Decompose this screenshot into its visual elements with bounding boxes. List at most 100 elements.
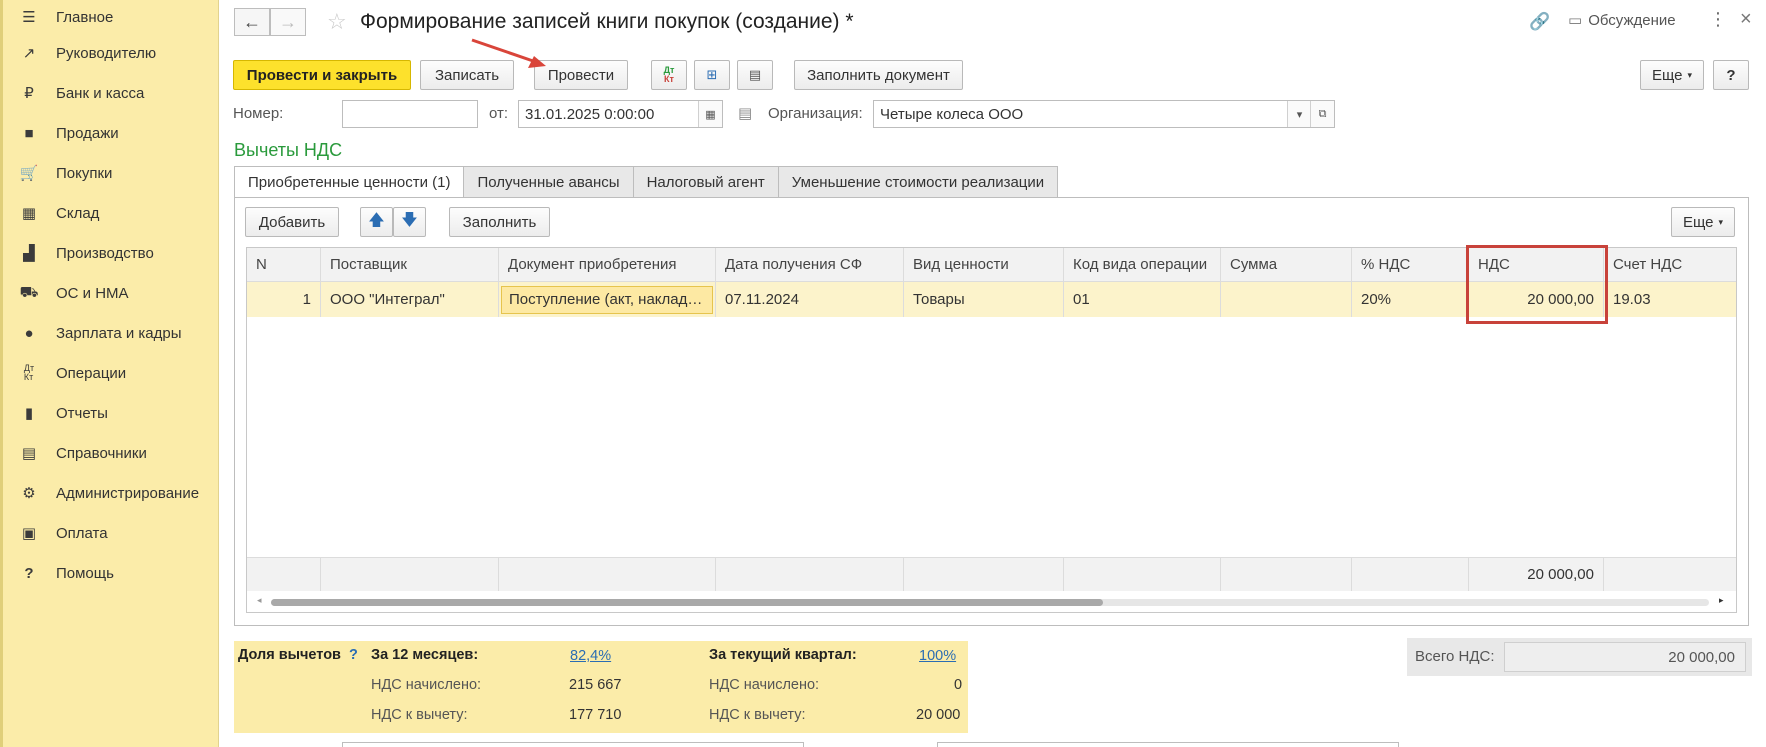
date-value: 31.01.2025 0:00:00 [525, 105, 655, 123]
calendar-icon[interactable]: ▦ [698, 101, 722, 127]
move-up-button[interactable]: 🡅 [360, 207, 393, 237]
horizontal-scrollbar[interactable]: ◂ ▸ [247, 591, 1736, 612]
sidebar-item-operations[interactable]: Дт Кт Операции [18, 359, 213, 387]
column-header[interactable]: Документ приобретения [499, 248, 716, 281]
column-header[interactable]: Счет НДС [1604, 248, 1736, 281]
move-down-button[interactable]: 🡇 [393, 207, 426, 237]
page-title: Формирование записей книги покупок (созд… [360, 10, 854, 33]
org-select[interactable]: Четыре колеса ООО ▾ ⧉ [873, 100, 1335, 128]
number-input[interactable] [342, 100, 478, 128]
fill-button[interactable]: Заполнить [449, 207, 550, 237]
months12-deductible: 177 710 [569, 707, 622, 723]
column-header[interactable]: Код вида операции [1064, 248, 1221, 281]
cell-n[interactable]: 1 [247, 282, 321, 317]
sidebar-item-directories[interactable]: ▤ Справочники [18, 439, 213, 467]
table-footer: 20 000,00 [247, 557, 1736, 591]
open-icon[interactable]: ⧉ [1310, 101, 1334, 127]
column-header[interactable]: Поставщик [321, 248, 499, 281]
cell-vat-account[interactable]: 19.03 [1604, 282, 1736, 317]
add-button[interactable]: Добавить [245, 207, 339, 237]
sidebar-item-help[interactable]: ? Помощь [18, 559, 213, 587]
cell-document[interactable]: Поступление (акт, наклад… [499, 282, 716, 317]
factory-icon: ▟ [23, 245, 35, 262]
person-icon: ● [24, 324, 34, 342]
dt-kt-button[interactable]: Дт Кт [651, 60, 687, 90]
sidebar-item-assets[interactable]: ⛟ ОС и НМА [18, 279, 213, 307]
structure-button[interactable]: ⊞ [694, 60, 730, 90]
help-question-icon[interactable]: ? [349, 647, 358, 663]
sidebar-item-purchases[interactable]: 🛒 Покупки [18, 159, 213, 187]
favorite-star-icon[interactable]: ☆ [327, 9, 347, 35]
post-and-close-button[interactable]: Провести и закрыть [233, 60, 411, 90]
cell-operation-code[interactable]: 01 [1064, 282, 1221, 317]
quarter-deductible-label: НДС к вычету: [709, 707, 806, 723]
org-value: Четыре колеса ООО [880, 105, 1024, 123]
fill-document-button[interactable]: Заполнить документ [794, 60, 963, 90]
sidebar-item-reports[interactable]: ▮ Отчеты [18, 399, 213, 427]
date-input[interactable]: 31.01.2025 0:00:00 ▦ [518, 100, 723, 128]
tab-received-advances[interactable]: Полученные авансы [463, 166, 634, 197]
document-field[interactable]: Поступление (акт, наклад… [501, 285, 713, 314]
more-button[interactable]: Еще ▾ [1640, 60, 1704, 90]
dt-kt-icon: Дт Кт [23, 363, 35, 382]
sidebar-item-sales[interactable]: ■ Продажи [18, 119, 213, 147]
books-icon: ▤ [21, 445, 37, 462]
column-header[interactable]: Сумма [1221, 248, 1352, 281]
sidebar-item-production[interactable]: ▟ Производство [18, 239, 213, 267]
more-label: Еще [1651, 66, 1683, 84]
help-button[interactable]: ? [1713, 60, 1749, 90]
column-header[interactable]: % НДС [1352, 248, 1469, 281]
print-button[interactable]: ▤ [737, 60, 773, 90]
sidebar-item-label: Производство [56, 244, 154, 262]
sidebar-item-bank[interactable]: ₽ Банк и касса [18, 79, 213, 107]
cell-invoice-date[interactable]: 07.11.2024 [716, 282, 904, 317]
scroll-left-icon[interactable]: ◂ [257, 595, 262, 606]
months12-pct-link[interactable]: 82,4% [570, 648, 611, 664]
table-more-button[interactable]: Еще ▾ [1671, 207, 1735, 237]
column-header[interactable]: N [247, 248, 321, 281]
scroll-right-icon[interactable]: ▸ [1719, 595, 1724, 606]
footer-cell [499, 558, 716, 591]
sidebar-item-warehouse[interactable]: ▦ Склад [18, 199, 213, 227]
sidebar-item-label: Продажи [56, 124, 119, 142]
scroll-thumb[interactable] [271, 599, 1103, 606]
sidebar-item-label: Отчеты [56, 404, 108, 422]
discussion-button[interactable]: ▭ Обсуждение [1568, 11, 1676, 30]
back-button[interactable]: ← [234, 8, 270, 36]
sidebar-item-admin[interactable]: ⚙ Администрирование [18, 479, 213, 507]
bottom-field-left[interactable] [342, 742, 804, 747]
sidebar-item-salary[interactable]: ● Зарплата и кадры [18, 319, 213, 347]
column-header[interactable]: Дата получения СФ [716, 248, 904, 281]
forward-button[interactable]: → [270, 8, 306, 36]
sidebar-item-label: Банк и касса [56, 84, 145, 102]
footer-cell [321, 558, 499, 591]
sidebar-item-label: Покупки [56, 164, 113, 182]
quarter-pct-link[interactable]: 100% [919, 648, 956, 664]
chat-icon: ▭ [1568, 12, 1583, 29]
tab-acquired-values[interactable]: Приобретенные ценности (1) [234, 166, 465, 198]
link-icon[interactable]: 🔗 [1529, 12, 1550, 32]
details-icon[interactable]: ▤ [738, 104, 752, 122]
sidebar-item-main[interactable]: ☰ Главное [18, 3, 213, 31]
close-icon[interactable]: × [1740, 8, 1752, 31]
cell-vat-rate[interactable]: 20% [1352, 282, 1469, 317]
menu-icon: ☰ [22, 9, 36, 26]
question-icon: ? [24, 564, 34, 582]
tab-cost-reduction[interactable]: Уменьшение стоимости реализации [777, 166, 1059, 197]
footer-cell [904, 558, 1064, 591]
cell-amount[interactable] [1221, 282, 1352, 317]
document-icon: ▤ [748, 67, 762, 82]
footer-cell [1064, 558, 1221, 591]
cell-value-type[interactable]: Товары [904, 282, 1064, 317]
column-header[interactable]: Вид ценности [904, 248, 1064, 281]
more-vertical-icon[interactable]: ⋮ [1709, 9, 1727, 30]
cell-supplier[interactable]: ООО "Интеграл" [321, 282, 499, 317]
footer-vat-total: 20 000,00 [1469, 558, 1604, 591]
hierarchy-icon: ⊞ [706, 67, 718, 82]
date-label: от: [489, 105, 509, 122]
sidebar-item-payment[interactable]: ▣ Оплата [18, 519, 213, 547]
sidebar-item-manager[interactable]: ↗ Руководителю [18, 39, 213, 67]
tab-tax-agent[interactable]: Налоговый агент [632, 166, 779, 197]
chevron-down-icon[interactable]: ▾ [1287, 101, 1311, 127]
bottom-field-right[interactable] [937, 742, 1399, 747]
